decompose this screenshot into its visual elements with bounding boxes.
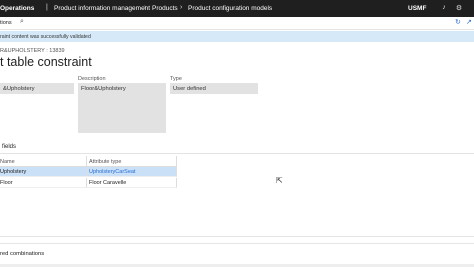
column-separator xyxy=(86,167,87,176)
breadcrumb-product-configuration-models[interactable]: Product configuration models xyxy=(188,5,272,12)
description-field[interactable]: Floor&Upholstery xyxy=(78,83,166,133)
row-name: Floor xyxy=(0,180,13,186)
banner-message: raint content was successfully validated xyxy=(0,34,91,40)
breadcrumb-products[interactable]: Products xyxy=(152,5,178,12)
column-separator xyxy=(86,178,87,187)
section-divider xyxy=(0,236,474,237)
fields-section-header[interactable]: fields xyxy=(2,144,16,150)
column-header-name[interactable]: Name xyxy=(0,159,15,165)
record-identifier: R&UPHOLSTERY : 13839 xyxy=(0,48,65,54)
section-divider xyxy=(0,153,474,154)
refresh-icon[interactable]: ↻ xyxy=(455,18,461,26)
type-label: Type xyxy=(170,76,182,82)
page-title: t table constraint xyxy=(0,55,92,69)
bell-icon[interactable]: ♪ xyxy=(440,4,448,13)
link-icon[interactable]: ↗ xyxy=(466,18,472,26)
table-row[interactable]: Floor Floor Caravelle xyxy=(0,178,177,188)
column-separator xyxy=(86,156,87,166)
top-navigation-bar: Operations | Product information managem… xyxy=(0,0,474,17)
info-message-banner: raint content was successfully validated xyxy=(0,31,474,42)
search-icon[interactable]: ⌕ xyxy=(20,18,24,26)
combinations-section-header[interactable]: red combinations xyxy=(0,251,44,257)
breadcrumb-pim[interactable]: Product information management xyxy=(54,5,150,12)
options-tab[interactable]: tions xyxy=(0,20,12,26)
name-field[interactable]: &Upholstery xyxy=(0,83,74,94)
app-name[interactable]: Operations xyxy=(0,5,34,12)
breadcrumb-separator: | xyxy=(46,4,48,11)
mouse-cursor-icon: ⇱ xyxy=(276,176,283,185)
table-row[interactable]: Upholstery UpholsteryCarSeat xyxy=(0,167,177,177)
chevron-right-icon: › xyxy=(144,4,147,11)
column-header-attribute-type[interactable]: Attribute type xyxy=(89,159,121,165)
row-attribute-type[interactable]: UpholsteryCarSeat xyxy=(89,169,135,175)
grid-header: Name Attribute type xyxy=(0,156,177,167)
row-attribute-type: Floor Caravelle xyxy=(89,180,127,186)
description-label: Description xyxy=(78,76,106,82)
combinations-section: red combinations xyxy=(0,243,474,267)
chevron-right-icon: › xyxy=(180,4,183,11)
gear-icon[interactable]: ⚙ xyxy=(455,4,463,13)
company-selector[interactable]: USMF xyxy=(408,5,426,12)
type-field[interactable]: User defined xyxy=(170,83,258,94)
action-pane: tions ⌕ ↻ ↗ xyxy=(0,17,474,30)
row-name: Upholstery xyxy=(0,169,27,175)
